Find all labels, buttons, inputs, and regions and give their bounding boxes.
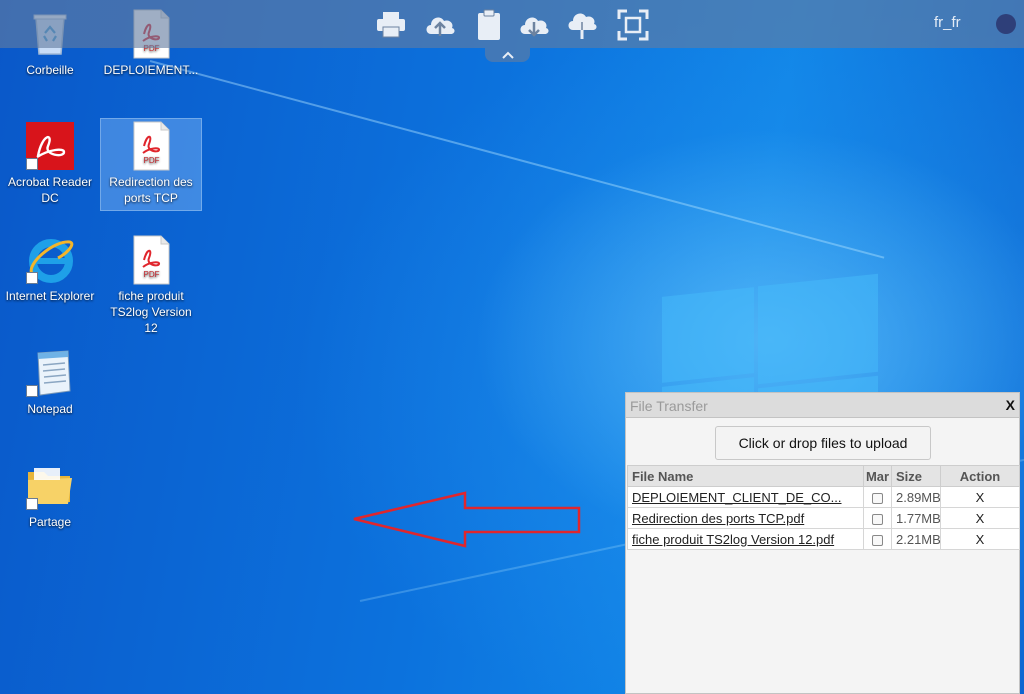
pdf-file-icon: PDF: [125, 234, 177, 286]
table-row: Redirection des ports TCP.pdf 1.77MB X: [627, 507, 1020, 529]
desktop-icon-acrobat-reader[interactable]: Acrobat Reader DC: [0, 120, 100, 206]
shortcut-arrow-icon: [26, 158, 38, 170]
cloud-upload-alt-icon[interactable]: [565, 8, 599, 42]
desktop-icon-notepad[interactable]: Notepad: [0, 347, 100, 417]
mark-cell: [863, 528, 892, 550]
shortcut-arrow-icon: [26, 498, 38, 510]
desktop-icon-label: fiche produit TS2log Version 12: [110, 289, 192, 335]
delete-file-button[interactable]: X: [940, 486, 1020, 508]
folder-icon: [24, 460, 76, 512]
svg-text:PDF: PDF: [144, 270, 160, 279]
shortcut-arrow-icon: [26, 272, 38, 284]
cloud-download-icon[interactable]: [517, 8, 551, 42]
shortcut-arrow-icon: [26, 385, 38, 397]
file-size: 2.21MB: [891, 528, 941, 550]
desktop-icon-partage-folder[interactable]: Partage: [0, 460, 100, 530]
desktop-icon-label: Internet Explorer: [5, 289, 95, 303]
mark-checkbox[interactable]: [872, 513, 883, 525]
desktop-icon-internet-explorer[interactable]: Internet Explorer: [0, 234, 100, 304]
column-header-file-name[interactable]: File Name: [627, 465, 864, 487]
printer-icon[interactable]: [374, 8, 408, 42]
column-header-action: Action: [940, 465, 1020, 487]
red-arrow-annotation: [353, 491, 581, 548]
windows-logo-pane: [662, 287, 754, 383]
desktop-icon-label: Redirection des ports TCP: [109, 175, 193, 205]
fullscreen-icon[interactable]: [616, 8, 650, 42]
upload-files-button[interactable]: Click or drop files to upload: [715, 426, 931, 460]
locale-selector[interactable]: fr_fr: [934, 14, 961, 31]
toolbar-collapse-handle[interactable]: [485, 48, 530, 62]
file-size: 2.89MB: [891, 486, 941, 508]
light-beam: [149, 60, 885, 259]
delete-file-button[interactable]: X: [940, 507, 1020, 529]
internet-explorer-icon: [24, 234, 76, 286]
mark-cell: [863, 486, 892, 508]
remote-session-toolbar: fr_fr: [0, 0, 1024, 48]
file-name-link[interactable]: fiche produit TS2log Version 12.pdf: [627, 528, 864, 550]
file-name-link[interactable]: Redirection des ports TCP.pdf: [627, 507, 864, 529]
windows-logo-pane: [758, 273, 878, 385]
file-list-table: File Name Mar Size Action DEPLOIEMENT_CL…: [627, 465, 1020, 550]
delete-file-button[interactable]: X: [940, 528, 1020, 550]
column-header-mark[interactable]: Mar: [863, 465, 892, 487]
connection-status-indicator: [996, 14, 1016, 34]
mark-checkbox[interactable]: [872, 534, 883, 546]
table-row: DEPLOIEMENT_CLIENT_DE_CO... 2.89MB X: [627, 486, 1020, 508]
table-row: fiche produit TS2log Version 12.pdf 2.21…: [627, 528, 1020, 550]
acrobat-reader-icon: [24, 120, 76, 172]
column-header-size[interactable]: Size: [891, 465, 941, 487]
chevron-up-icon: [501, 51, 514, 59]
table-header-row: File Name Mar Size Action: [627, 465, 1020, 487]
close-button[interactable]: X: [1006, 397, 1015, 413]
desktop-icon-label: Partage: [28, 515, 72, 529]
file-size: 1.77MB: [891, 507, 941, 529]
desktop-icon-pdf-redirection[interactable]: PDF Redirection des ports TCP: [100, 118, 202, 211]
pdf-file-icon: PDF: [125, 120, 177, 172]
clipboard-icon[interactable]: [472, 8, 506, 42]
mark-cell: [863, 507, 892, 529]
mark-checkbox[interactable]: [872, 492, 883, 504]
desktop-icon-label: DEPLOIEMENT...: [103, 63, 199, 77]
desktop-icon-label: Acrobat Reader DC: [7, 175, 93, 205]
cloud-upload-icon[interactable]: [423, 8, 457, 42]
desktop-icon-label: Notepad: [27, 402, 73, 416]
file-transfer-title: File Transfer: [630, 398, 708, 414]
file-name-link[interactable]: DEPLOIEMENT_CLIENT_DE_CO...: [627, 486, 864, 508]
svg-text:PDF: PDF: [144, 156, 160, 165]
file-transfer-panel: File Transfer X Click or drop files to u…: [625, 392, 1020, 694]
file-transfer-header[interactable]: File Transfer X: [626, 393, 1019, 418]
desktop-icon-pdf-fiche-produit[interactable]: PDF fiche produit TS2log Version 12: [101, 234, 201, 336]
desktop-icon-label: Corbeille: [26, 63, 74, 77]
notepad-icon: [24, 347, 76, 399]
